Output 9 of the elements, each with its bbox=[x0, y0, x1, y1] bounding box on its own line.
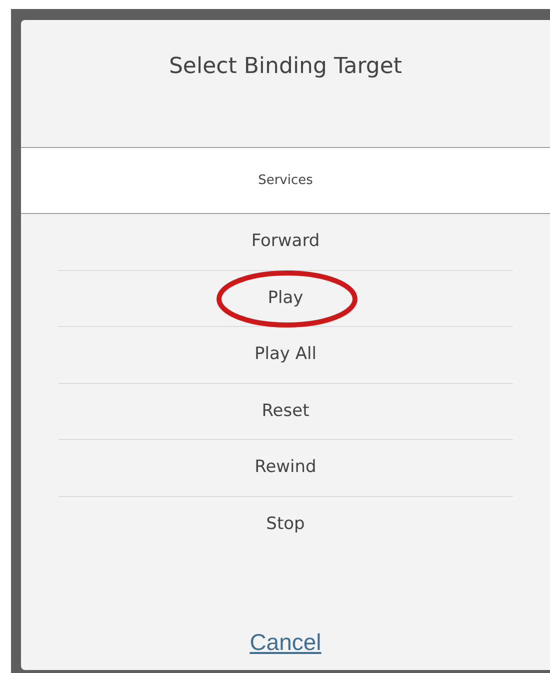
service-item[interactable]: Play bbox=[260, 286, 312, 311]
cancel-link[interactable]: Cancel bbox=[250, 625, 322, 660]
service-item[interactable]: Rewind bbox=[246, 455, 324, 480]
dialog-title: Select Binding Target bbox=[168, 53, 402, 81]
section-header: Services bbox=[258, 172, 313, 190]
service-item[interactable]: Play All bbox=[246, 342, 324, 368]
service-item[interactable]: Reset bbox=[254, 398, 318, 424]
service-item[interactable]: Forward bbox=[243, 229, 328, 254]
service-item[interactable]: Stop bbox=[258, 512, 313, 538]
